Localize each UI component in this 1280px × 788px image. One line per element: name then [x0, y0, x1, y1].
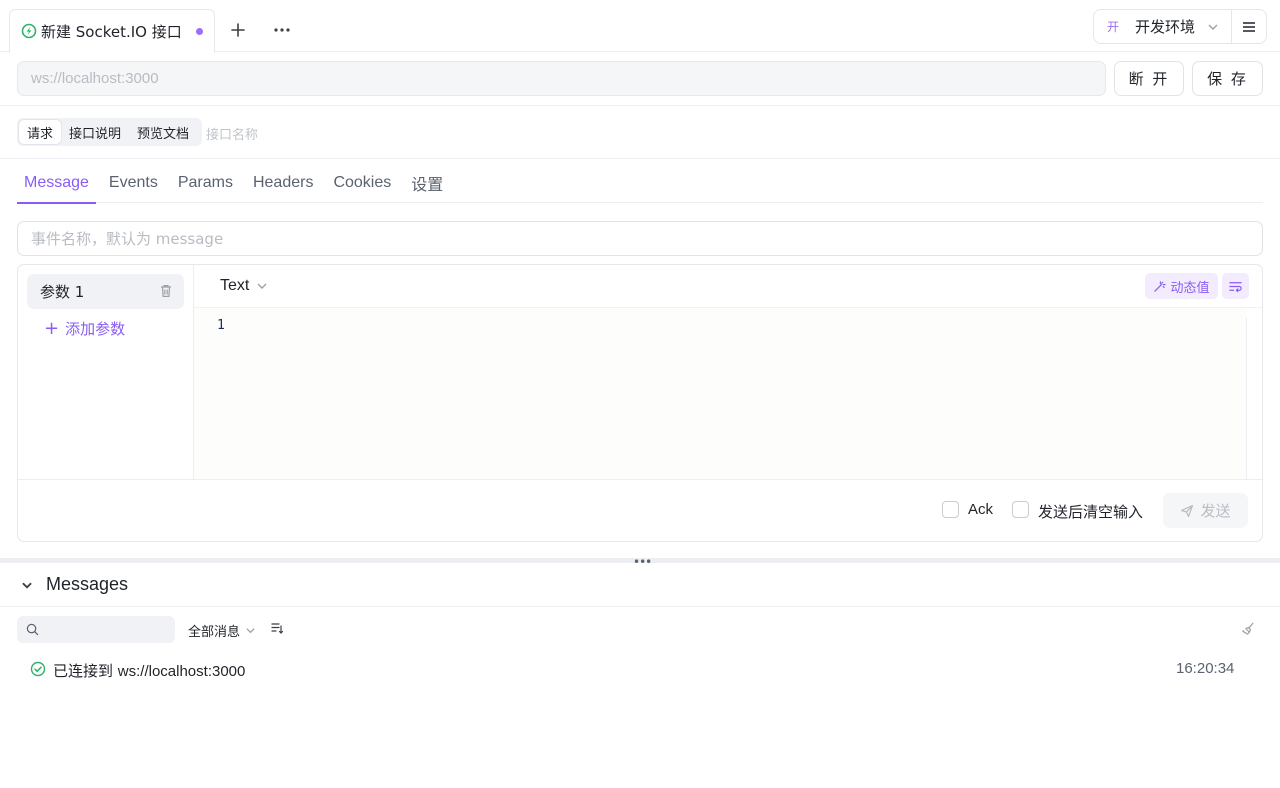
- code-editor[interactable]: [194, 308, 1246, 479]
- dynamic-value-button[interactable]: 动态值: [1145, 273, 1218, 299]
- messages-filter-select[interactable]: 全部消息: [188, 621, 256, 640]
- send-button[interactable]: 发送: [1163, 493, 1248, 528]
- plus-icon: [231, 23, 245, 37]
- disconnect-button[interactable]: 断 开: [1114, 61, 1184, 96]
- clear-after-send-checkbox[interactable]: [1012, 501, 1029, 518]
- event-name-input[interactable]: 事件名称，默认为 message: [17, 221, 1263, 256]
- socketio-icon: [21, 23, 37, 39]
- tab-settings[interactable]: 设置: [404, 162, 450, 203]
- tab-headers[interactable]: Headers: [246, 162, 320, 203]
- message-time: 16:20:34: [1176, 660, 1235, 677]
- clear-messages-icon[interactable]: [1241, 621, 1257, 637]
- hamburger-icon: [1243, 21, 1255, 32]
- divider: [0, 105, 1280, 106]
- env-label: 开发环境: [1135, 18, 1196, 36]
- message-prefix: 已连接到: [53, 662, 118, 680]
- more-icon: [274, 28, 290, 32]
- message-row-text[interactable]: 已连接到 ws://localhost:3000: [53, 660, 245, 681]
- sort-icon[interactable]: [270, 621, 286, 637]
- format-select[interactable]: Text: [220, 277, 268, 295]
- drag-handle-icon[interactable]: •••: [633, 555, 652, 569]
- wrap-icon: [1229, 281, 1242, 292]
- editor-scrollbar[interactable]: [1246, 317, 1262, 479]
- environment-menu-button[interactable]: [1231, 9, 1267, 44]
- message-url: ws://localhost:3000: [117, 663, 246, 680]
- tab-cookies[interactable]: Cookies: [326, 162, 398, 203]
- clear-after-send-label: 发送后清空输入: [1038, 503, 1144, 521]
- chevron-down-icon: [1207, 21, 1219, 33]
- request-tabs: Message Events Params Headers Cookies 设置: [17, 162, 1263, 204]
- tab-title: 新建 Socket.IO 接口: [41, 22, 182, 41]
- api-name-input[interactable]: 接口名称: [206, 124, 258, 143]
- environment-select[interactable]: 开 开发环境: [1093, 9, 1232, 44]
- tab-events[interactable]: Events: [102, 162, 165, 203]
- add-param-button[interactable]: + 添加参数: [44, 318, 125, 339]
- unsaved-dot-icon: [195, 27, 203, 35]
- messages-search-input[interactable]: [17, 616, 175, 643]
- env-badge: 开: [1107, 20, 1120, 34]
- ack-checkbox[interactable]: [942, 501, 959, 518]
- send-label: 发送: [1200, 502, 1231, 520]
- segment-request[interactable]: 请求: [19, 120, 62, 144]
- segment-preview-doc[interactable]: 预览文档: [129, 120, 197, 144]
- request-segmented-control: 请求 接口说明 预览文档: [17, 118, 202, 146]
- filter-label: 全部消息: [188, 625, 241, 640]
- messages-title: Messages: [46, 574, 129, 594]
- more-tabs-button[interactable]: [270, 16, 294, 44]
- plus-icon: +: [44, 318, 60, 339]
- add-tab-button[interactable]: [226, 16, 250, 44]
- segment-api-description[interactable]: 接口说明: [61, 120, 129, 144]
- divider: [0, 158, 1280, 159]
- divider: [0, 606, 1280, 607]
- word-wrap-button[interactable]: [1222, 273, 1249, 299]
- url-input[interactable]: ws://localhost:3000: [17, 61, 1106, 96]
- chevron-down-icon: [245, 625, 256, 636]
- add-param-label: 添加参数: [65, 320, 126, 338]
- trash-icon[interactable]: [158, 283, 174, 299]
- tab-message[interactable]: Message: [17, 162, 96, 204]
- tab-params[interactable]: Params: [171, 162, 240, 203]
- line-number: 1: [217, 318, 225, 333]
- divider: [18, 479, 1262, 480]
- editor-header: [194, 265, 1262, 308]
- dynamic-value-label: 动态值: [1170, 280, 1210, 296]
- chevron-down-icon: [256, 280, 268, 292]
- search-icon: [26, 623, 39, 636]
- format-label: Text: [220, 277, 250, 294]
- tab-socketio[interactable]: 新建 Socket.IO 接口: [9, 9, 215, 53]
- collapse-chevron-icon[interactable]: [20, 576, 36, 592]
- magic-wand-icon: [1154, 280, 1167, 292]
- save-button[interactable]: 保 存: [1192, 61, 1263, 96]
- ack-label: Ack: [968, 501, 994, 518]
- check-circle-icon: [30, 661, 46, 677]
- send-icon: [1181, 504, 1194, 517]
